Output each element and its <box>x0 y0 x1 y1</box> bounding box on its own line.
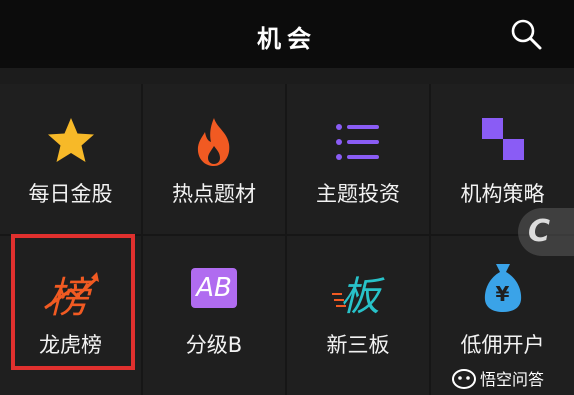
money-bag-icon: ¥ <box>481 260 525 314</box>
grid-item-label: 新三板 <box>326 333 390 357</box>
grid-item-label: 每日金股 <box>28 182 113 206</box>
header-divider-strip <box>0 68 574 84</box>
grid-item-daily-gold-stock[interactable]: 每日金股 <box>0 84 141 234</box>
grid-item-new-third-board[interactable]: 板 新三板 <box>287 236 429 395</box>
checker-icon <box>481 118 524 160</box>
floating-action-button[interactable]: C <box>518 208 574 256</box>
ab-icon-text: AB <box>196 273 232 303</box>
grid-item-label: 热点题材 <box>172 182 256 206</box>
grid-item-label: 主题投资 <box>316 182 400 206</box>
ban-icon: 板 <box>332 264 384 320</box>
star-icon <box>47 118 94 162</box>
floating-button-letter: C <box>528 214 551 249</box>
search-button[interactable] <box>508 16 544 52</box>
wukong-logo-icon <box>452 369 476 389</box>
grid-item-label: 分级B <box>185 333 243 357</box>
watermark: 悟空问答 <box>452 365 544 391</box>
page-title: 机会 <box>257 25 317 53</box>
opportunity-screen: 机会 每日金股 热点题材 主题投资 机构策略 榜 龙虎榜 AB 分级B 板 新三… <box>0 0 574 395</box>
watermark-text: 悟空问答 <box>480 370 545 389</box>
top-bar: 机会 <box>0 0 574 68</box>
yen-symbol: ¥ <box>495 282 510 306</box>
ab-icon: AB <box>191 268 237 308</box>
flame-icon <box>197 118 230 166</box>
grid-item-label: 机构策略 <box>460 182 545 206</box>
list-icon <box>336 124 379 160</box>
highlight-frame <box>11 234 135 370</box>
search-icon <box>511 19 542 50</box>
grid-item-hot-topics[interactable]: 热点题材 <box>143 84 285 234</box>
ban-icon-text: 板 <box>340 274 380 320</box>
grid-item-graded-b[interactable]: AB 分级B <box>143 236 285 395</box>
grid-item-theme-investing[interactable]: 主题投资 <box>287 84 429 234</box>
grid-item-label: 低佣开户 <box>460 333 545 357</box>
